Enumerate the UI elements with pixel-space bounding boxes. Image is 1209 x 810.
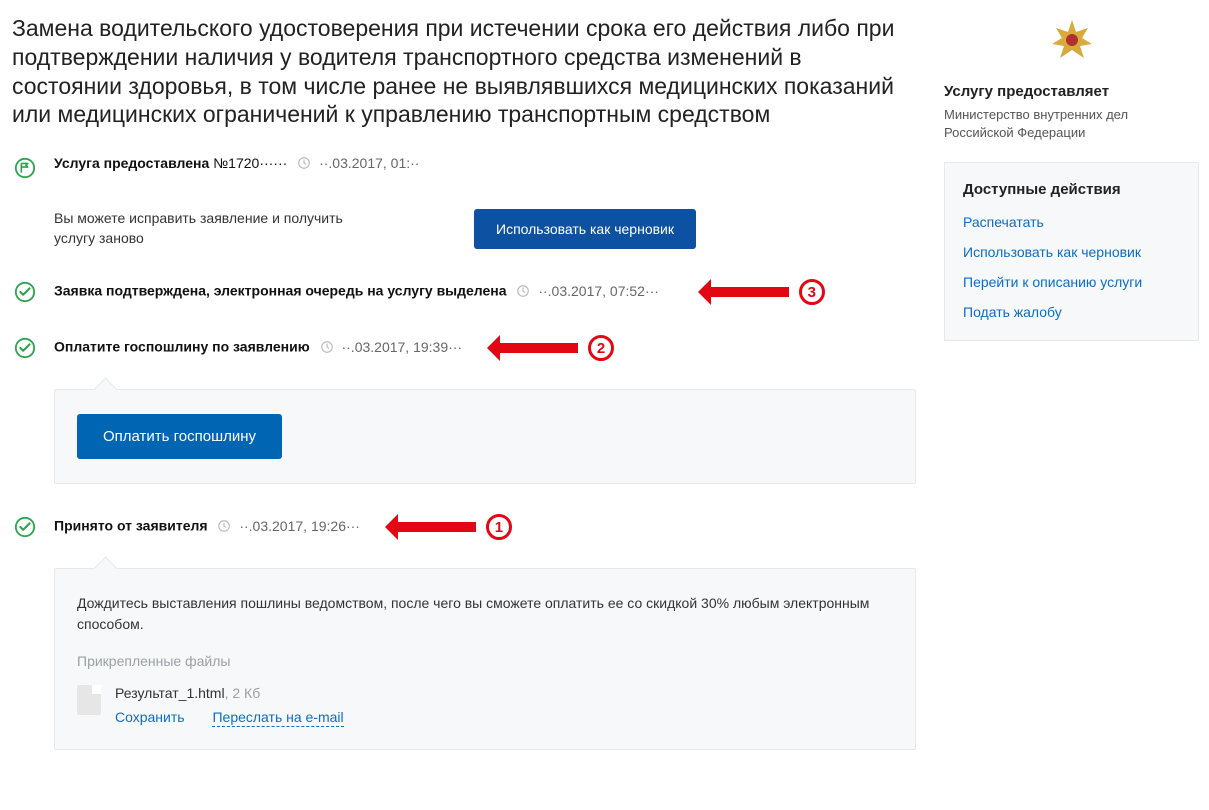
received-time: ··.03.2017, 19:26··· — [239, 518, 360, 534]
annotation-badge-3: 3 — [799, 279, 825, 305]
actions-box: Доступные действия Распечатать Использов… — [944, 162, 1199, 341]
status-done-number: №1720······ — [213, 155, 287, 171]
annotation-arrow: 3 — [703, 279, 825, 305]
confirmed-time: ··.03.2017, 07:52··· — [538, 283, 659, 299]
file-save-link[interactable]: Сохранить — [115, 709, 185, 725]
action-print[interactable]: Распечатать — [963, 214, 1180, 230]
provider-name: Министерство внутренних дел Российской Ф… — [944, 106, 1199, 142]
received-label: Принято от заявителя — [54, 518, 208, 534]
status-row-done: Услуга предоставлена №1720······ ··.03.2… — [12, 155, 916, 179]
clock-icon — [217, 519, 231, 533]
status-done-label: Услуга предоставлена — [54, 155, 209, 171]
annotation-badge-2: 2 — [588, 335, 614, 361]
annotation-arrow: 1 — [390, 514, 512, 540]
action-draft[interactable]: Использовать как черновик — [963, 244, 1180, 260]
action-complaint[interactable]: Подать жалобу — [963, 304, 1180, 320]
note-text: Вы можете исправить заявление и получить… — [54, 209, 364, 248]
received-panel-text: Дождитесь выставления пошлины ведомством… — [77, 593, 893, 635]
file-icon — [77, 685, 101, 715]
received-panel: Дождитесь выставления пошлины ведомством… — [54, 568, 916, 750]
action-description[interactable]: Перейти к описанию услуги — [963, 274, 1180, 290]
provider-title: Услугу предоставляет — [944, 83, 1199, 100]
status-row-received: Принято от заявителя ··.03.2017, 19:26··… — [12, 514, 916, 540]
clock-icon — [320, 340, 334, 354]
pay-time: ··.03.2017, 19:39··· — [341, 339, 462, 355]
clock-icon — [516, 284, 530, 298]
status-row-pay: Оплатите госпошлину по заявлению ··.03.2… — [12, 335, 916, 361]
file-row: Результат_1.html, 2 Кб Сохранить Пересла… — [77, 685, 893, 725]
actions-title: Доступные действия — [963, 181, 1180, 198]
status-row-confirmed: Заявка подтверждена, электронная очередь… — [12, 279, 916, 305]
pay-panel: Оплатить госпошлину — [54, 389, 916, 484]
file-name: Результат_1.html — [115, 685, 225, 701]
check-icon — [14, 516, 36, 538]
pay-label: Оплатите госпошлину по заявлению — [54, 339, 310, 355]
check-icon — [14, 281, 36, 303]
status-done-time: ··.03.2017, 01:·· — [319, 155, 419, 171]
emblem-icon — [944, 14, 1199, 69]
file-forward-link[interactable]: Переслать на e-mail — [212, 709, 343, 727]
file-size: , 2 Кб — [225, 685, 261, 701]
pay-fee-button[interactable]: Оплатить госпошлину — [77, 414, 282, 459]
use-as-draft-button[interactable]: Использовать как черновик — [474, 209, 696, 249]
flag-icon — [14, 157, 36, 179]
note-box: Вы можете исправить заявление и получить… — [54, 209, 916, 249]
annotation-arrow: 2 — [492, 335, 614, 361]
confirmed-label: Заявка подтверждена, электронная очередь… — [54, 283, 507, 299]
clock-icon — [297, 156, 311, 170]
page-title: Замена водительского удостоверения при и… — [12, 14, 916, 129]
check-icon — [14, 337, 36, 359]
annotation-badge-1: 1 — [486, 514, 512, 540]
attachments-label: Прикрепленные файлы — [77, 653, 893, 669]
